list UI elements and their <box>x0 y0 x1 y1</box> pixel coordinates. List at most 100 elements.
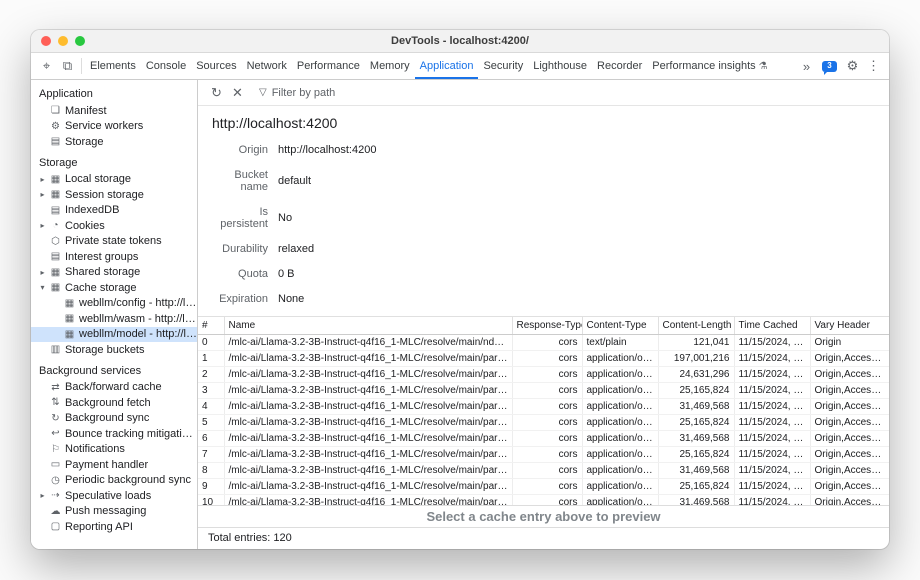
sidebar-item-indexeddb[interactable]: ▤IndexedDB <box>31 203 197 219</box>
cache-entry-cell: 7 <box>198 447 224 463</box>
device-toolbar-icon[interactable]: ⧉ <box>57 53 78 79</box>
tab-sources[interactable]: Sources <box>191 53 241 79</box>
meta-value: default <box>268 175 311 187</box>
sidebar-item-cookies[interactable]: ▸◔Cookies <box>31 218 197 234</box>
sidebar-item-local-storage[interactable]: ▸▦Local storage <box>31 172 197 188</box>
cache-entry-row[interactable]: 10/mlc-ai/Llama-3.2-3B-Instruct-q4f16_1-… <box>198 495 889 506</box>
column-header-vary-header[interactable]: Vary Header <box>810 317 889 335</box>
cache-entries-table[interactable]: #NameResponse-TypeContent-TypeContent-Le… <box>198 316 889 505</box>
sidebar-item-back-forward-cache[interactable]: ⇄Back/forward cache <box>31 380 197 396</box>
refresh-icon[interactable]: ↻ <box>206 85 227 101</box>
feedback-chat-icon[interactable]: 3 <box>822 61 837 72</box>
kebab-menu-icon[interactable]: ⋮ <box>863 58 884 74</box>
sidebar-item-reporting-api[interactable]: ▢Reporting API <box>31 519 197 535</box>
sidebar-item-label: Interest groups <box>63 251 138 263</box>
tab-performance[interactable]: Performance <box>292 53 365 79</box>
sidebar-item-push-messaging[interactable]: ☁Push messaging <box>31 504 197 520</box>
sidebar-item-label: Payment handler <box>63 459 148 471</box>
cache-entry-row[interactable]: 3/mlc-ai/Llama-3.2-3B-Instruct-q4f16_1-M… <box>198 383 889 399</box>
sidebar-section-title: Application <box>31 81 197 103</box>
sidebar-item-label: Storage <box>63 136 104 148</box>
sidebar-item-background-fetch[interactable]: ⇅Background fetch <box>31 395 197 411</box>
tab-network[interactable]: Network <box>242 53 292 79</box>
column-header-time-cached[interactable]: Time Cached <box>734 317 810 335</box>
sidebar-item-background-sync[interactable]: ↻Background sync <box>31 411 197 427</box>
sidebar-item-storage[interactable]: ▤Storage <box>31 134 197 150</box>
sidebar-section-title: Storage <box>31 150 197 172</box>
disclosure-collapsed-icon[interactable]: ▸ <box>37 268 48 277</box>
minimize-window-button[interactable] <box>58 36 68 46</box>
tab-recorder[interactable]: Recorder <box>592 53 647 79</box>
settings-gear-icon[interactable]: ⚙ <box>842 58 863 74</box>
disclosure-expanded-icon[interactable]: ▾ <box>37 283 48 292</box>
filter-placeholder-label: Filter by path <box>272 87 336 99</box>
cache-entry-row[interactable]: 7/mlc-ai/Llama-3.2-3B-Instruct-q4f16_1-M… <box>198 447 889 463</box>
cache-entry-cell: 8 <box>198 463 224 479</box>
disclosure-collapsed-icon[interactable]: ▸ <box>37 190 48 199</box>
tab-application[interactable]: Application <box>415 53 479 79</box>
cache-entry-row[interactable]: 2/mlc-ai/Llama-3.2-3B-Instruct-q4f16_1-M… <box>198 367 889 383</box>
tab-console[interactable]: Console <box>141 53 191 79</box>
cache-entry-cell: application/oc… <box>582 479 658 495</box>
column-header-content-length[interactable]: Content-Length <box>658 317 734 335</box>
tab-memory[interactable]: Memory <box>365 53 415 79</box>
sidebar-item-shared-storage[interactable]: ▸▦Shared storage <box>31 265 197 281</box>
inspect-element-icon[interactable]: ⌖ <box>36 53 57 79</box>
cache-entry-cell: cors <box>512 351 582 367</box>
cache-entry-cell: /mlc-ai/Llama-3.2-3B-Instruct-q4f16_1-ML… <box>224 479 512 495</box>
sidebar-item-storage-buckets[interactable]: ▥Storage buckets <box>31 342 197 358</box>
sidebar-item-webllm-wasm-http-loca[interactable]: ▦webllm/wasm - http://loca… <box>31 311 197 327</box>
cache-entry-cell: 11/15/2024, 10… <box>734 463 810 479</box>
zoom-window-button[interactable] <box>75 36 85 46</box>
column-header-name[interactable]: Name <box>224 317 512 335</box>
tab-lighthouse[interactable]: Lighthouse <box>528 53 592 79</box>
cache-entry-row[interactable]: 0/mlc-ai/Llama-3.2-3B-Instruct-q4f16_1-M… <box>198 335 889 351</box>
disclosure-collapsed-icon[interactable]: ▸ <box>37 491 48 500</box>
tab-performance-insights[interactable]: Performance insights⚗ <box>647 53 772 79</box>
tab-elements[interactable]: Elements <box>85 53 141 79</box>
cache-entry-cell: Origin,Access… <box>810 463 889 479</box>
cache-entry-cell: 25,165,824 <box>658 415 734 431</box>
disclosure-collapsed-icon[interactable]: ▸ <box>37 221 48 230</box>
cache-entry-row[interactable]: 1/mlc-ai/Llama-3.2-3B-Instruct-q4f16_1-M… <box>198 351 889 367</box>
sidebar-item-webllm-config-http-loc[interactable]: ▦webllm/config - http://loc… <box>31 296 197 312</box>
cache-entry-row[interactable]: 4/mlc-ai/Llama-3.2-3B-Instruct-q4f16_1-M… <box>198 399 889 415</box>
close-window-button[interactable] <box>41 36 51 46</box>
column-header-response-type[interactable]: Response-Type <box>512 317 582 335</box>
sidebar-item-bounce-tracking-mitigations[interactable]: ↩Bounce tracking mitigations <box>31 426 197 442</box>
sidebar-item-cache-storage[interactable]: ▾▦Cache storage <box>31 280 197 296</box>
more-panels-chevron-icon[interactable]: » <box>796 59 817 74</box>
cache-entry-row[interactable]: 5/mlc-ai/Llama-3.2-3B-Instruct-q4f16_1-M… <box>198 415 889 431</box>
disclosure-collapsed-icon[interactable]: ▸ <box>37 175 48 184</box>
sidebar-item-notifications[interactable]: ⚐Notifications <box>31 442 197 458</box>
titlebar[interactable]: DevTools - localhost:4200/ <box>31 30 889 53</box>
sidebar-item-session-storage[interactable]: ▸▦Session storage <box>31 187 197 203</box>
sidebar-item-payment-handler[interactable]: ▭Payment handler <box>31 457 197 473</box>
column-header-num[interactable]: # <box>198 317 224 335</box>
cache-entry-cell: 10 <box>198 495 224 506</box>
sidebar-item-interest-groups[interactable]: ▤Interest groups <box>31 249 197 265</box>
cache-toolbar: ↻ ✕ ▽ Filter by path <box>198 80 889 106</box>
filter-funnel-icon: ▽ <box>259 87 267 98</box>
meta-value: No <box>268 212 292 224</box>
delete-selected-icon[interactable]: ✕ <box>227 85 248 101</box>
sidebar-item-manifest[interactable]: ❏Manifest <box>31 103 197 119</box>
sidebar-item-speculative-loads[interactable]: ▸⇢Speculative loads <box>31 488 197 504</box>
cache-entry-row[interactable]: 8/mlc-ai/Llama-3.2-3B-Instruct-q4f16_1-M… <box>198 463 889 479</box>
tabbar-right-controls: » 3 ⚙ ⋮ <box>796 53 889 79</box>
sidebar-item-periodic-background-sync[interactable]: ◷Periodic background sync <box>31 473 197 489</box>
sidebar-section-background-services: Background services⇄Back/forward cache⇅B… <box>31 358 197 535</box>
filter-by-path-input[interactable]: ▽ Filter by path <box>255 87 335 99</box>
cache-entry-cell: Origin,Access… <box>810 383 889 399</box>
cache-entry-cell: 31,469,568 <box>658 495 734 506</box>
column-header-content-type[interactable]: Content-Type <box>582 317 658 335</box>
cache-entry-cell: application/oc… <box>582 415 658 431</box>
tab-security[interactable]: Security <box>478 53 528 79</box>
cache-entry-cell: Origin,Access… <box>810 431 889 447</box>
sidebar-item-webllm-model-http-loc[interactable]: ▦webllm/model - http://loc… <box>31 327 197 343</box>
cache-entry-row[interactable]: 9/mlc-ai/Llama-3.2-3B-Instruct-q4f16_1-M… <box>198 479 889 495</box>
sidebar-item-service-workers[interactable]: ⚙Service workers <box>31 119 197 135</box>
cache-entry-row[interactable]: 6/mlc-ai/Llama-3.2-3B-Instruct-q4f16_1-M… <box>198 431 889 447</box>
toolbar-divider <box>81 58 82 74</box>
sidebar-item-private-state-tokens[interactable]: ⬡Private state tokens <box>31 234 197 250</box>
